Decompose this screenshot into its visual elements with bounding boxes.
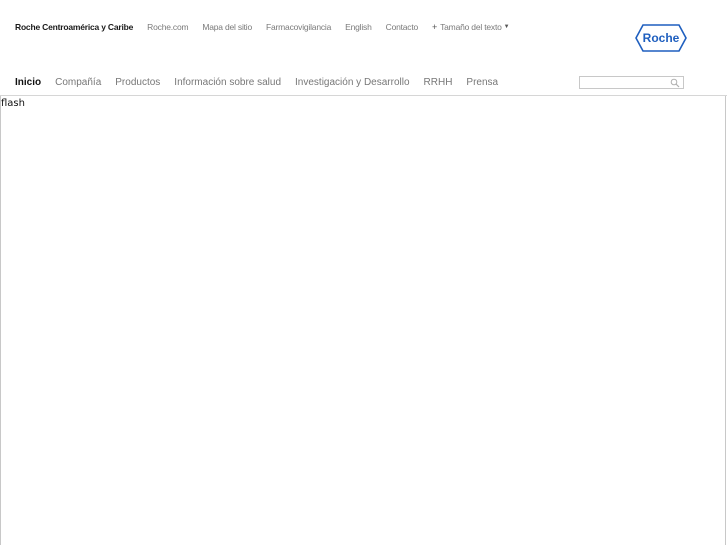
- nav-item-investigacion[interactable]: Investigación y Desarrollo: [295, 77, 410, 88]
- nav-item-rrhh[interactable]: RRHH: [424, 77, 453, 88]
- search-input[interactable]: [582, 77, 670, 88]
- util-link-site-map[interactable]: Mapa del sitio: [202, 22, 252, 32]
- util-link-contact[interactable]: Contacto: [386, 22, 419, 32]
- nav-item-prensa[interactable]: Prensa: [466, 77, 498, 88]
- nav-item-productos[interactable]: Productos: [115, 77, 160, 88]
- page: Roche Centroamérica y Caribe Roche.com M…: [0, 0, 727, 545]
- roche-logo[interactable]: Roche: [635, 24, 687, 52]
- chevron-down-icon: ▼: [503, 24, 510, 30]
- text-size-control[interactable]: + Tamaño del texto ▼: [432, 22, 510, 32]
- logo-text: Roche: [643, 31, 680, 45]
- search-box: [579, 76, 684, 89]
- util-link-pharmacovigilance[interactable]: Farmacovigilancia: [266, 22, 331, 32]
- plus-icon: +: [432, 22, 438, 32]
- util-link-english[interactable]: English: [345, 22, 372, 32]
- nav-item-inicio[interactable]: Inicio: [15, 77, 41, 88]
- search-icon[interactable]: [670, 78, 680, 88]
- flash-label: flash: [1, 98, 25, 109]
- site-name[interactable]: Roche Centroamérica y Caribe: [15, 22, 133, 32]
- main-nav: Inicio Compañía Productos Información so…: [15, 75, 512, 89]
- text-size-label: Tamaño del texto: [440, 22, 502, 32]
- util-link-roche-com[interactable]: Roche.com: [147, 22, 188, 32]
- flash-placeholder: flash: [0, 96, 726, 545]
- nav-item-informacion-salud[interactable]: Información sobre salud: [174, 77, 281, 88]
- utility-bar: Roche Centroamérica y Caribe Roche.com M…: [15, 20, 510, 34]
- nav-item-compania[interactable]: Compañía: [55, 77, 101, 88]
